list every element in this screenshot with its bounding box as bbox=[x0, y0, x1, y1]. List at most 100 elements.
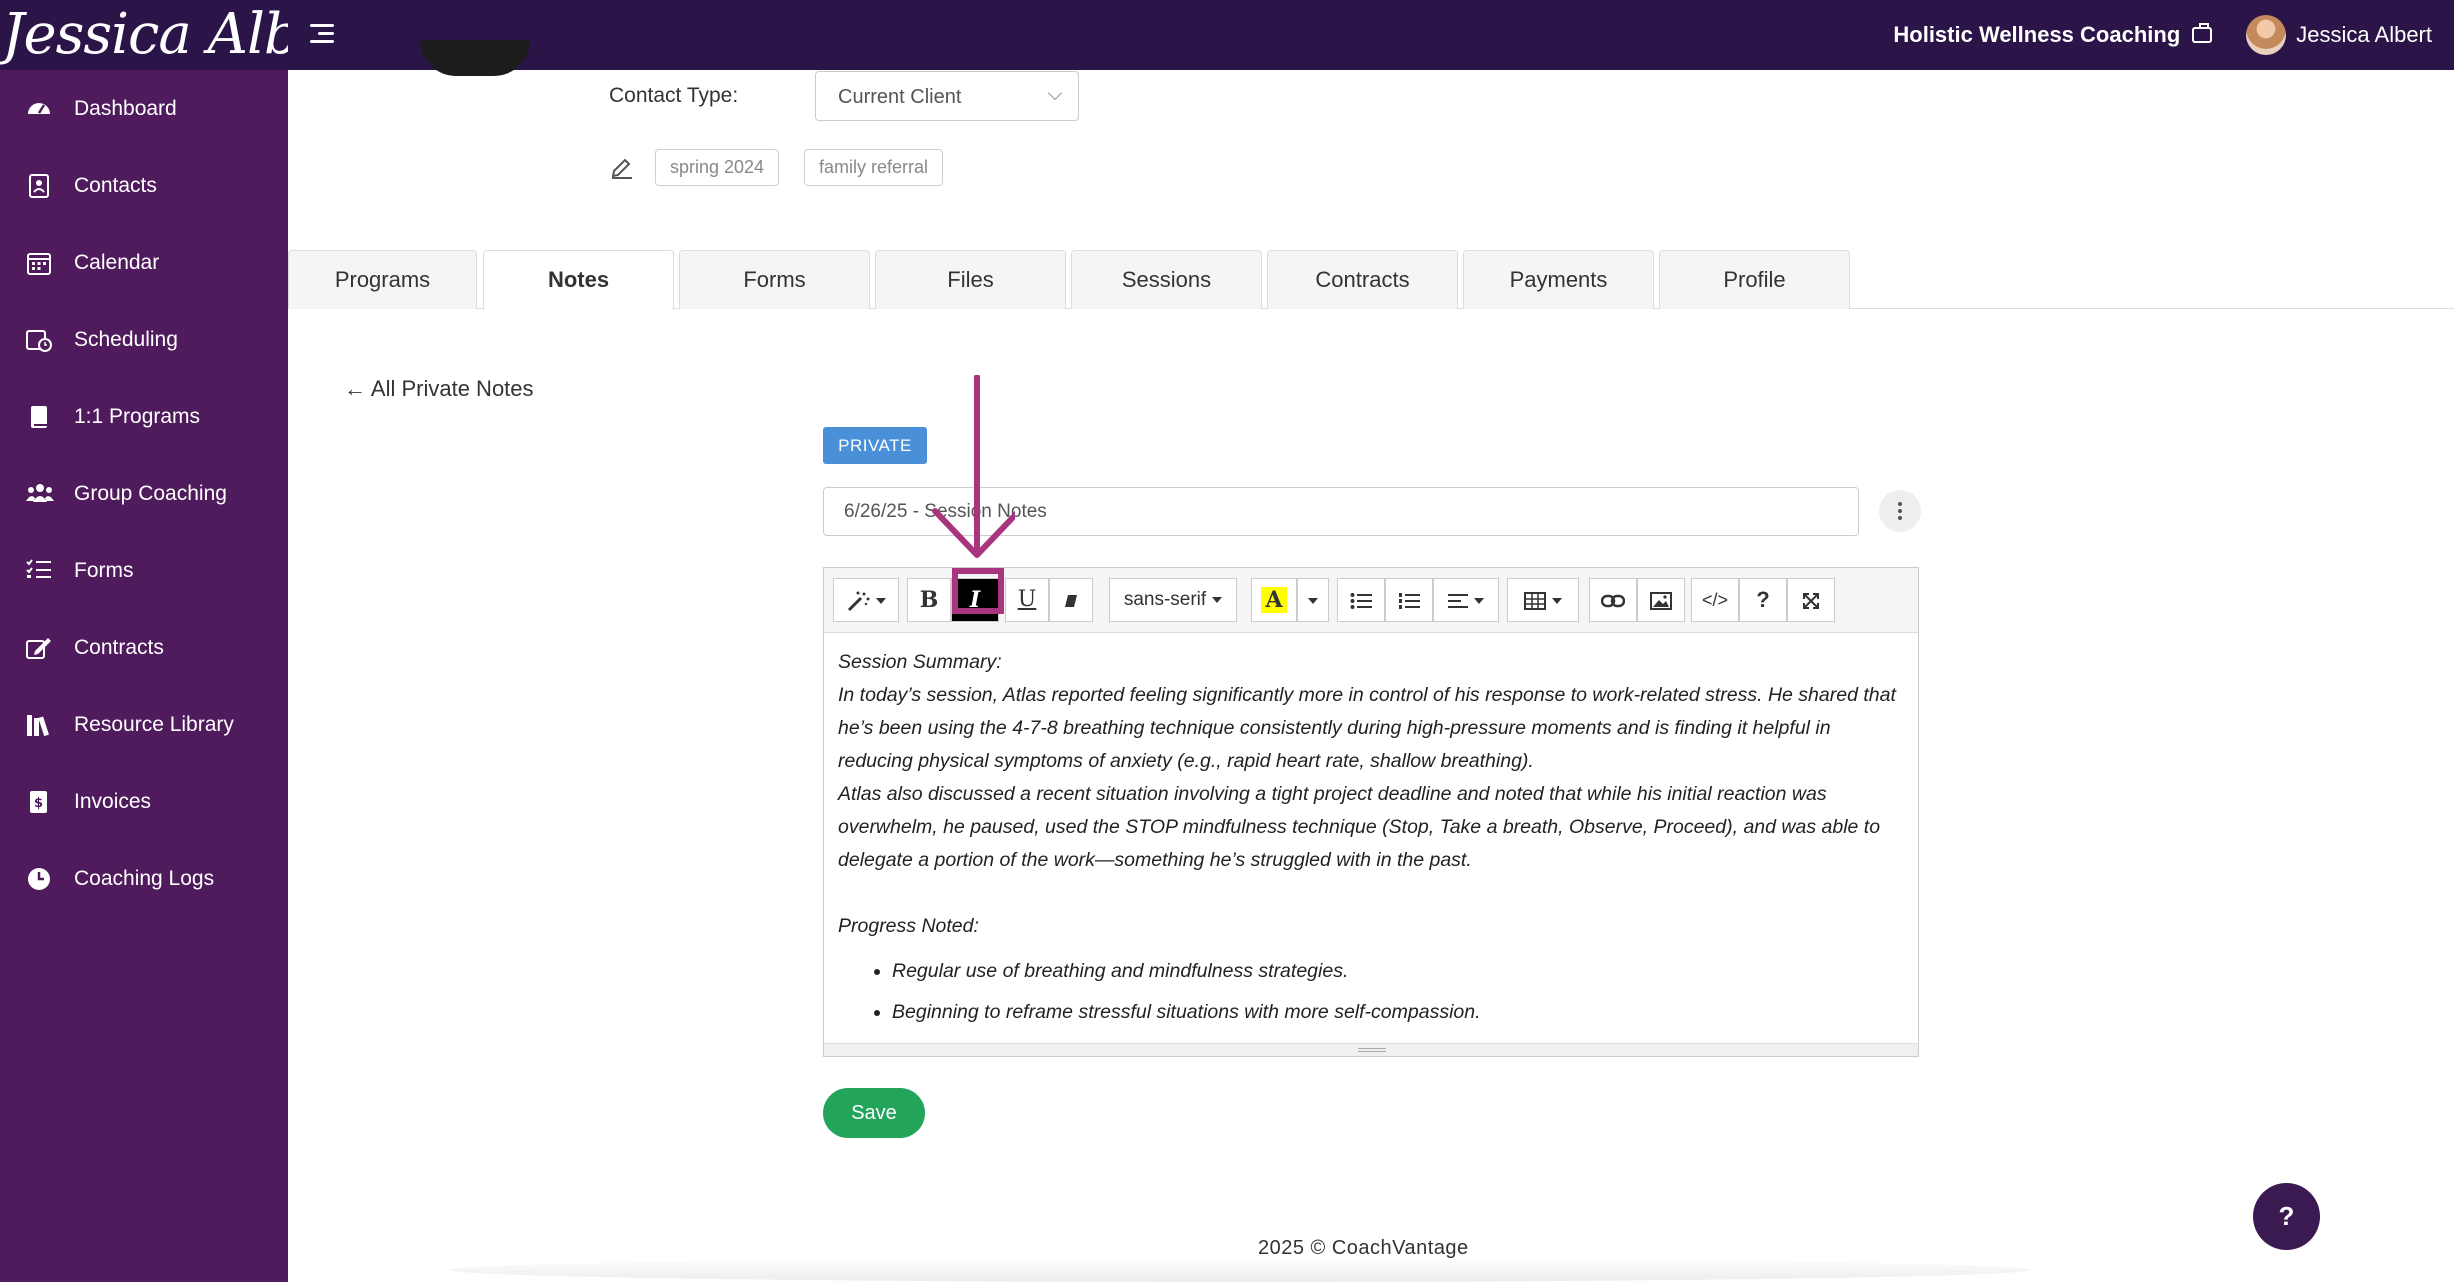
summary-heading: Session Summary: bbox=[838, 651, 1002, 673]
sidebar-item-label: Coaching Logs bbox=[74, 867, 215, 890]
chevron-down-icon bbox=[1047, 85, 1063, 101]
sidebar-item-label: Contracts bbox=[74, 636, 164, 659]
save-button[interactable]: Save bbox=[823, 1088, 925, 1138]
contact-tag[interactable]: family referral bbox=[804, 149, 944, 186]
tab-contracts[interactable]: Contracts bbox=[1267, 250, 1458, 309]
font-family-dropdown[interactable]: sans-serif bbox=[1109, 578, 1237, 622]
situation-paragraph: Atlas also discussed a recent situation … bbox=[838, 783, 1881, 871]
book-icon bbox=[26, 405, 52, 429]
brand-logo[interactable]: Jessica Albert bbox=[0, 0, 288, 70]
list-icon bbox=[26, 559, 52, 583]
calendar-icon bbox=[26, 251, 52, 275]
highlight-color-button[interactable]: A bbox=[1251, 578, 1297, 622]
underline-button[interactable]: U bbox=[1005, 578, 1049, 622]
list-item: Regular use of breathing and mindfulness… bbox=[892, 951, 1904, 992]
help-icon[interactable]: ? bbox=[1739, 578, 1787, 622]
library-icon bbox=[26, 713, 52, 737]
user-name[interactable]: Jessica Albert bbox=[2296, 22, 2432, 48]
tab-notes[interactable]: Notes bbox=[483, 250, 674, 310]
menu-toggle-icon[interactable] bbox=[306, 22, 338, 48]
footer-copyright: 2025 © CoachVantage bbox=[1258, 1237, 1469, 1259]
contact-tag[interactable]: spring 2024 bbox=[655, 149, 780, 186]
more-options-icon[interactable] bbox=[1879, 490, 1921, 532]
color-dropdown-button[interactable] bbox=[1297, 578, 1329, 622]
top-bar: Jessica Albert Holistic Wellness Coachin… bbox=[0, 0, 2454, 70]
code-view-icon[interactable]: </> bbox=[1691, 578, 1739, 622]
sidebar-item-resource-library[interactable]: Resource Library bbox=[0, 697, 288, 753]
signature-icon bbox=[26, 636, 52, 660]
scheduling-icon bbox=[26, 328, 52, 352]
numbered-list-icon[interactable] bbox=[1385, 578, 1433, 622]
group-icon bbox=[26, 482, 54, 506]
sidebar-item-scheduling[interactable]: Scheduling bbox=[0, 312, 288, 368]
progress-heading: Progress Noted: bbox=[838, 915, 979, 937]
tab-profile[interactable]: Profile bbox=[1659, 250, 1850, 309]
contact-type-label: Contact Type: bbox=[609, 84, 739, 107]
sidebar-item-label: Contacts bbox=[74, 174, 157, 197]
rich-text-editor: B I U sans-serif A </> ? Session Summary… bbox=[823, 567, 1919, 1057]
link-icon[interactable] bbox=[1589, 578, 1637, 622]
contact-avatar bbox=[420, 40, 530, 76]
sidebar-item-forms[interactable]: Forms bbox=[0, 543, 288, 599]
image-icon[interactable] bbox=[1637, 578, 1685, 622]
summary-paragraph: In today’s session, Atlas reported feeli… bbox=[838, 684, 1896, 772]
sidebar-item-label: Calendar bbox=[74, 251, 160, 274]
magic-style-button[interactable] bbox=[833, 578, 899, 622]
sidebar-item-group-coaching[interactable]: Group Coaching bbox=[0, 466, 288, 522]
sidebar-item-label: 1:1 Programs bbox=[74, 405, 201, 428]
sidebar-item-contracts[interactable]: Contracts bbox=[0, 620, 288, 676]
table-dropdown-button[interactable] bbox=[1507, 578, 1579, 622]
editor-toolbar: B I U sans-serif A </> ? bbox=[824, 568, 1918, 633]
tab-programs[interactable]: Programs bbox=[288, 250, 477, 309]
bullet-list-icon[interactable] bbox=[1337, 578, 1385, 622]
align-left-icon bbox=[1448, 594, 1468, 609]
back-to-notes-link[interactable]: ← All Private Notes bbox=[344, 376, 534, 402]
pencil-icon[interactable] bbox=[610, 155, 634, 179]
italic-button[interactable]: I bbox=[951, 578, 999, 622]
sidebar-item-invoices[interactable]: $ Invoices bbox=[0, 774, 288, 830]
svg-text:$: $ bbox=[34, 796, 43, 811]
dashboard-icon bbox=[26, 97, 52, 121]
business-name[interactable]: Holistic Wellness Coaching bbox=[1893, 22, 2180, 48]
sidebar-item-dashboard[interactable]: Dashboard bbox=[0, 81, 288, 137]
sidebar-item-label: Forms bbox=[74, 559, 134, 582]
bold-button[interactable]: B bbox=[907, 578, 951, 622]
clock-icon bbox=[26, 867, 52, 891]
user-avatar[interactable] bbox=[2246, 15, 2287, 55]
note-title-input[interactable] bbox=[823, 487, 1859, 536]
table-icon bbox=[1524, 592, 1546, 611]
sidebar-item-label: Dashboard bbox=[74, 97, 177, 120]
account-area: Holistic Wellness Coaching Jessica Alber… bbox=[1893, 0, 2454, 70]
contact-type-value: Current Client bbox=[838, 86, 962, 108]
sidebar-item-programs[interactable]: 1:1 Programs bbox=[0, 389, 288, 445]
list-item: Beginning to reframe stressful situation… bbox=[892, 992, 1904, 1033]
help-button[interactable]: ? bbox=[2253, 1183, 2320, 1250]
brand-signature: Jessica Albert bbox=[2, 2, 288, 67]
sidebar-item-label: Scheduling bbox=[74, 328, 178, 351]
sidebar-item-coaching-logs[interactable]: Coaching Logs bbox=[0, 851, 288, 907]
font-family-value: sans-serif bbox=[1123, 589, 1207, 610]
sidebar: Dashboard Contacts Calendar Scheduling 1… bbox=[0, 70, 288, 1282]
contact-type-select[interactable]: Current Client bbox=[815, 71, 1079, 121]
sidebar-item-label: Invoices bbox=[74, 790, 152, 813]
back-link-label: All Private Notes bbox=[370, 376, 534, 401]
invoice-icon: $ bbox=[26, 790, 52, 814]
eraser-icon[interactable] bbox=[1049, 578, 1093, 622]
briefcase-icon[interactable] bbox=[2192, 23, 2213, 43]
sidebar-item-label: Group Coaching bbox=[74, 482, 227, 505]
editor-content[interactable]: Session Summary: In today’s session, Atl… bbox=[824, 634, 1918, 1044]
magic-wand-icon bbox=[847, 591, 870, 612]
tab-sessions[interactable]: Sessions bbox=[1071, 250, 1262, 309]
tab-files[interactable]: Files bbox=[875, 250, 1066, 309]
sidebar-item-contacts[interactable]: Contacts bbox=[0, 158, 288, 214]
sidebar-item-label: Resource Library bbox=[74, 713, 234, 736]
privacy-badge[interactable]: PRIVATE bbox=[823, 427, 927, 464]
fullscreen-icon[interactable] bbox=[1787, 578, 1835, 622]
editor-resize-handle[interactable] bbox=[824, 1043, 1918, 1056]
arrow-left-icon: ← bbox=[344, 376, 366, 401]
sidebar-item-calendar[interactable]: Calendar bbox=[0, 235, 288, 291]
tab-payments[interactable]: Payments bbox=[1463, 250, 1654, 309]
tab-forms[interactable]: Forms bbox=[679, 250, 870, 309]
align-dropdown-button[interactable] bbox=[1433, 578, 1499, 622]
progress-list: Regular use of breathing and mindfulness… bbox=[892, 951, 1904, 1033]
